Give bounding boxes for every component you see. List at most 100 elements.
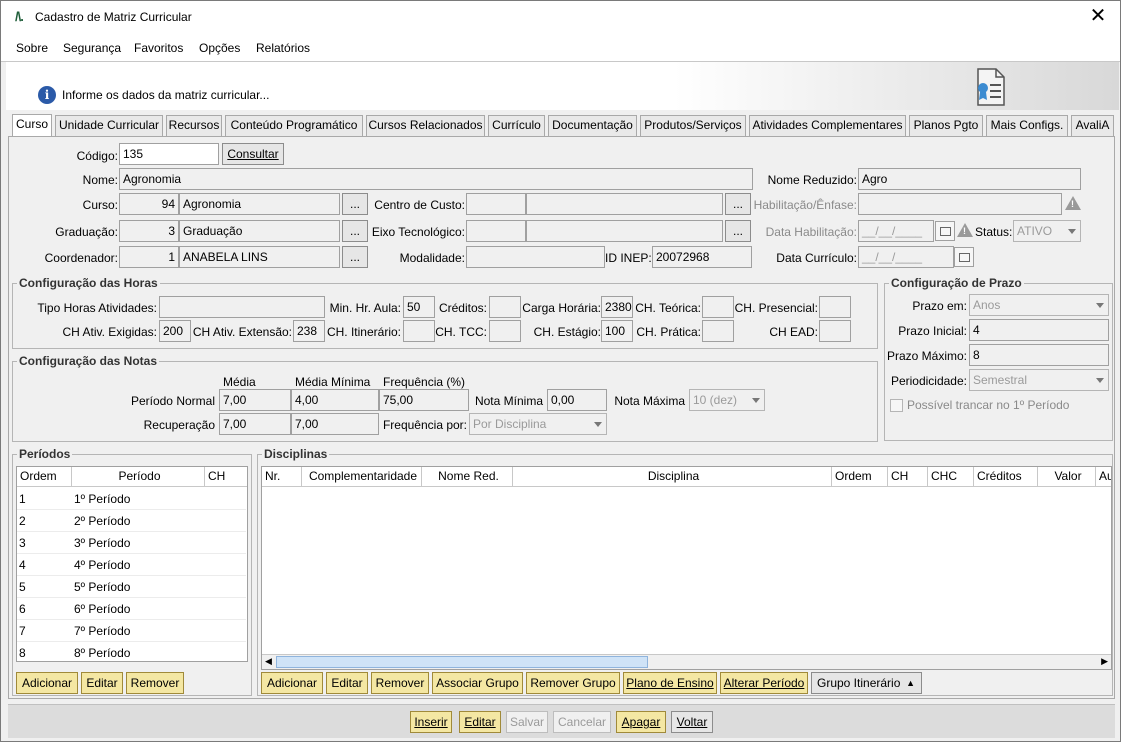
col-valor[interactable]: Valor	[1038, 467, 1096, 487]
disciplina-adicionar-button[interactable]: Adicionar	[261, 672, 323, 694]
tab-recursos[interactable]: Recursos	[166, 115, 222, 136]
ch-ativ-extensao-field[interactable]: 238	[293, 320, 325, 342]
tab-curso[interactable]: Curso	[12, 114, 52, 137]
menu-seguranca[interactable]: Segurança	[63, 41, 121, 55]
data-curriculo-field[interactable]: __/__/____	[858, 246, 954, 268]
id-inep-field[interactable]: 20072968	[652, 246, 752, 268]
curso-lookup-button[interactable]: ...	[342, 193, 368, 215]
table-row[interactable]: 7 7º Período	[17, 620, 246, 642]
table-row[interactable]: 8 8º Período	[17, 642, 246, 661]
pn-media-minima-field[interactable]: 4,00	[291, 389, 379, 411]
col-au[interactable]: Au	[1096, 467, 1111, 487]
associar-grupo-button[interactable]: Associar Grupo	[432, 672, 523, 694]
periodo-adicionar-button[interactable]: Adicionar	[16, 672, 78, 694]
close-icon[interactable]: ✕	[1086, 4, 1110, 28]
col-periodo[interactable]: Período	[72, 467, 205, 487]
table-row[interactable]: 5 5º Período	[17, 576, 246, 598]
scroll-left-icon[interactable]: ◀	[265, 656, 272, 667]
apagar-button[interactable]: Apagar	[616, 711, 666, 733]
min-hr-aula-field[interactable]: 50	[403, 296, 435, 318]
prazo-inicial-field[interactable]: 4	[969, 319, 1109, 341]
table-row[interactable]: 1 1º Período	[17, 488, 246, 510]
col-ordem[interactable]: Ordem	[832, 467, 888, 487]
col-ch[interactable]: CH	[205, 467, 247, 487]
col-nome-red[interactable]: Nome Red.	[422, 467, 513, 487]
ch-presencial-field[interactable]	[819, 296, 851, 318]
ch-itinerario-field[interactable]	[403, 320, 435, 342]
col-nr[interactable]: Nr.	[262, 467, 302, 487]
col-complementaridade[interactable]: Complementaridade	[302, 467, 422, 487]
ch-ativ-exigidas-field[interactable]: 200	[159, 320, 191, 342]
centro-custo-lookup-button[interactable]: ...	[725, 193, 751, 215]
habilitacao-field[interactable]	[858, 193, 1062, 215]
trancar-checkbox[interactable]	[890, 399, 903, 412]
codigo-field[interactable]: 135	[119, 143, 219, 165]
prazo-maximo-field[interactable]: 8	[969, 344, 1109, 366]
menu-sobre[interactable]: Sobre	[16, 41, 48, 55]
rec-media-field[interactable]: 7,00	[219, 413, 291, 435]
table-row[interactable]: 6 6º Período	[17, 598, 246, 620]
eixo-id-field[interactable]	[466, 220, 526, 242]
tab-avalia[interactable]: AvaliA	[1071, 115, 1114, 136]
table-row[interactable]: 2 2º Período	[17, 510, 246, 532]
col-chc[interactable]: CHC	[928, 467, 974, 487]
calendar-icon[interactable]	[935, 221, 955, 241]
ch-ead-field[interactable]	[819, 320, 851, 342]
tab-conteudo-programatico[interactable]: Conteúdo Programático	[225, 115, 363, 136]
tab-produtos-servicos[interactable]: Produtos/Serviços	[640, 115, 746, 136]
consultar-button[interactable]: Consultar	[222, 143, 284, 165]
pn-frequencia-field[interactable]: 75,00	[379, 389, 469, 411]
calendar-icon[interactable]	[954, 247, 974, 267]
tab-atividades-complementares[interactable]: Atividades Complementares	[749, 115, 906, 136]
frequencia-por-select[interactable]: Por Disciplina	[469, 413, 607, 435]
grupo-itinerario-button[interactable]: Grupo Itinerário ▲	[811, 672, 922, 694]
periodicidade-select[interactable]: Semestral	[969, 369, 1109, 391]
table-row[interactable]: 3 3º Período	[17, 532, 246, 554]
graduacao-id-field[interactable]: 3	[119, 220, 179, 242]
remover-grupo-button[interactable]: Remover Grupo	[526, 672, 620, 694]
scrollbar-thumb[interactable]	[276, 656, 648, 668]
coordenador-lookup-button[interactable]: ...	[342, 246, 368, 268]
table-row[interactable]: 4 4º Período	[17, 554, 246, 576]
tab-planos-pgto[interactable]: Planos Pgto	[909, 115, 983, 136]
rec-media-minima-field[interactable]: 7,00	[291, 413, 379, 435]
carga-horaria-field[interactable]: 2380	[601, 296, 633, 318]
ch-estagio-field[interactable]: 100	[601, 320, 633, 342]
tab-documentacao[interactable]: Documentação	[548, 115, 637, 136]
curso-id-field[interactable]: 94	[119, 193, 179, 215]
menu-relatorios[interactable]: Relatórios	[256, 41, 310, 55]
tab-unidade-curricular[interactable]: Unidade Curricular	[55, 115, 163, 136]
menu-opcoes[interactable]: Opções	[199, 41, 240, 55]
disciplina-remover-button[interactable]: Remover	[371, 672, 429, 694]
inserir-button[interactable]: Inserir	[410, 711, 452, 733]
scroll-right-icon[interactable]: ▶	[1101, 656, 1108, 667]
nota-minima-field[interactable]: 0,00	[547, 389, 607, 411]
col-disciplina[interactable]: Disciplina	[513, 467, 832, 487]
horizontal-scrollbar[interactable]: ◀ ▶	[262, 654, 1111, 669]
editar-button[interactable]: Editar	[459, 711, 501, 733]
menu-favoritos[interactable]: Favoritos	[134, 41, 183, 55]
ch-pratica-field[interactable]	[702, 320, 734, 342]
cancelar-button[interactable]: Cancelar	[553, 711, 611, 733]
col-ordem[interactable]: Ordem	[17, 467, 72, 487]
nota-maxima-select[interactable]: 10 (dez)	[689, 389, 765, 411]
tab-mais-configs[interactable]: Mais Configs.	[986, 115, 1068, 136]
coordenador-id-field[interactable]: 1	[119, 246, 179, 268]
periodo-remover-button[interactable]: Remover	[126, 672, 184, 694]
ch-teorica-field[interactable]	[702, 296, 734, 318]
col-creditos[interactable]: Créditos	[974, 467, 1038, 487]
tab-curriculo[interactable]: Currículo	[488, 115, 545, 136]
plano-de-ensino-button[interactable]: Plano de Ensino	[623, 672, 717, 694]
nome-field[interactable]: Agronomia	[119, 168, 753, 190]
centro-custo-id-field[interactable]	[466, 193, 526, 215]
tipo-horas-field[interactable]	[159, 296, 325, 318]
creditos-field[interactable]	[489, 296, 521, 318]
col-ch[interactable]: CH	[888, 467, 928, 487]
tab-cursos-relacionados[interactable]: Cursos Relacionados	[366, 115, 485, 136]
salvar-button[interactable]: Salvar	[506, 711, 548, 733]
disciplina-editar-button[interactable]: Editar	[326, 672, 368, 694]
voltar-button[interactable]: Voltar	[671, 711, 713, 733]
status-select[interactable]: ATIVO	[1013, 220, 1081, 242]
nome-reduzido-field[interactable]: Agro	[858, 168, 1081, 190]
alterar-periodo-button[interactable]: Alterar Período	[720, 672, 808, 694]
